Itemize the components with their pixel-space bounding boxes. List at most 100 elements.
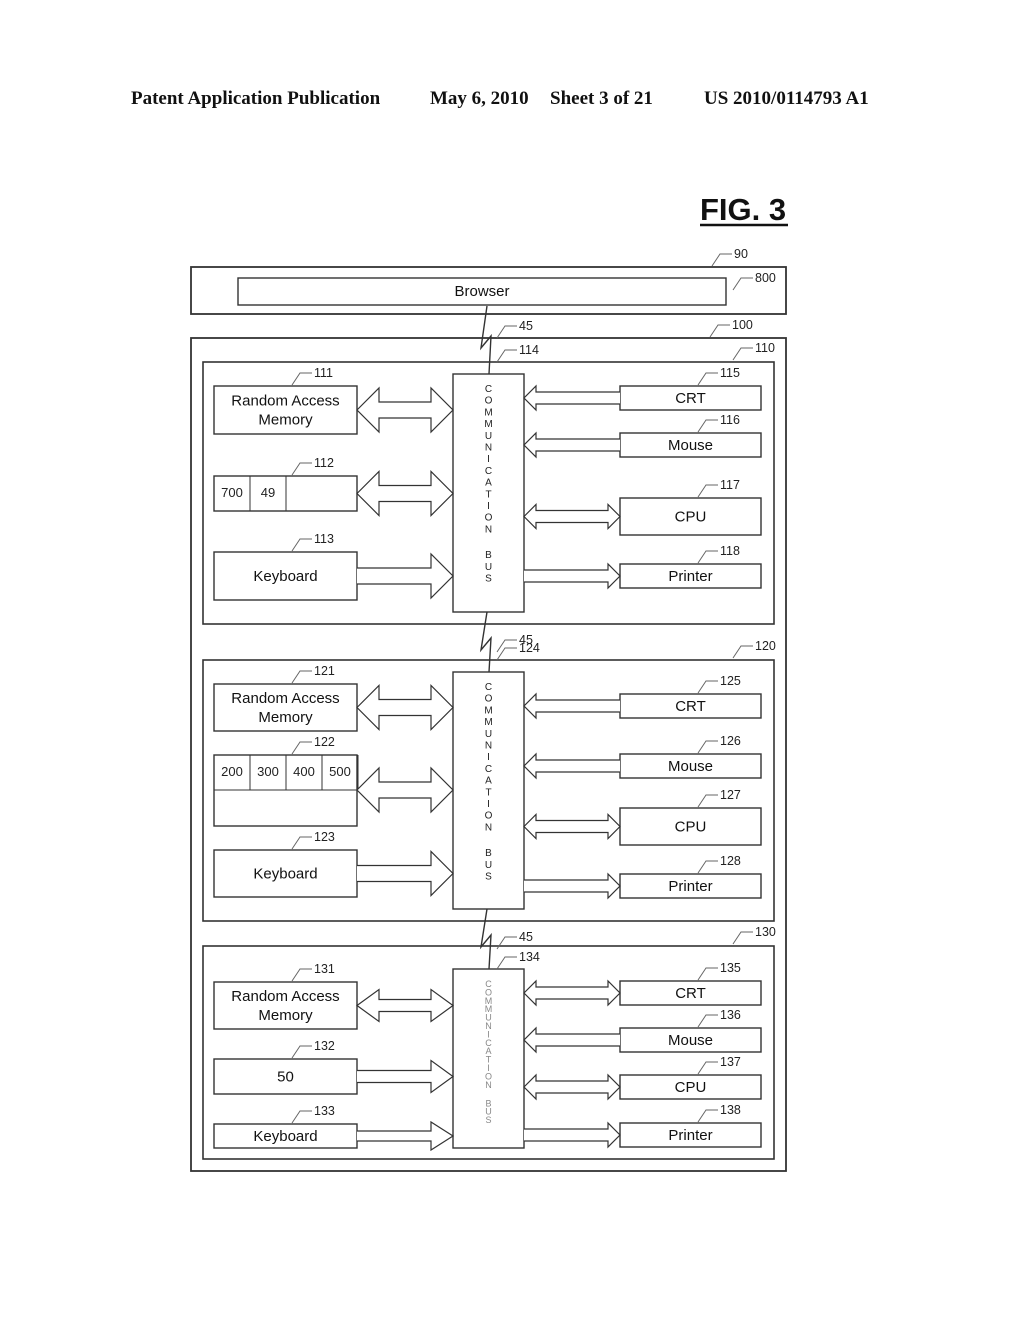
computer-120-bus-letter: O xyxy=(485,694,493,705)
computer-120-left-123-label: Keyboard xyxy=(253,866,317,883)
computer-130-ref: 130 xyxy=(755,925,776,939)
system-box-ref-leader xyxy=(709,324,730,338)
computer-120-left-121-label: Memory xyxy=(258,709,313,726)
computer-130-left-132-ref: 132 xyxy=(314,1039,335,1053)
computer-120-bus-letter: C xyxy=(485,764,492,775)
computer-130-right-136-ref: 136 xyxy=(720,1008,741,1022)
client-box-ref: 90 xyxy=(734,247,748,261)
computer-120-bus-letter: N xyxy=(485,822,492,833)
computer-120-right-125-ref: 125 xyxy=(720,674,741,688)
computer-120-bus-letter: O xyxy=(485,811,493,822)
computer-120-left-123-ref: 123 xyxy=(314,830,335,844)
computer-110-bus-letter: S xyxy=(485,574,492,585)
computer-120-bus-letter: I xyxy=(487,752,490,763)
computer-110-right-116-label: Mouse xyxy=(668,437,713,454)
computer-120-bus-letter: M xyxy=(484,705,492,716)
computer-120-bus-letter: A xyxy=(485,776,492,787)
computer-110-left-112-cell: 49 xyxy=(261,485,275,500)
computer-120-left-122-cell: 500 xyxy=(329,764,351,779)
computer-120-left-122-ref: 122 xyxy=(314,735,335,749)
computer-130-left-131-ref: 131 xyxy=(314,962,335,976)
computer-120-right-126-label: Mouse xyxy=(668,758,713,775)
figure-title: FIG. 3 xyxy=(700,192,786,227)
computer-120-left-122-cell: 200 xyxy=(221,764,243,779)
computer-110-left-111-label: Memory xyxy=(258,412,313,429)
computer-120-left-122-cell: 400 xyxy=(293,764,315,779)
computer-130-bus-letter: S xyxy=(485,1115,491,1125)
computer-130-right-138-ref: 138 xyxy=(720,1103,741,1117)
computer-120-bus-letter: M xyxy=(484,717,492,728)
computer-120-bus-letter: T xyxy=(485,787,491,798)
computer-120-bus-letter: N xyxy=(485,741,492,752)
computer-110-left-112-ref: 112 xyxy=(314,456,334,470)
computer-120-right-127-ref: 127 xyxy=(720,788,741,802)
computer-110-right-115-label: CRT xyxy=(675,390,706,407)
computer-120-bus-letter: B xyxy=(485,848,492,859)
computer-110-network-ref-leader xyxy=(496,325,517,339)
computer-130-left-133-label: Keyboard xyxy=(253,1128,317,1145)
computer-110-right-117-ref: 117 xyxy=(720,478,740,492)
computer-130-network-ref: 45 xyxy=(519,930,533,944)
computer-130-right-135-label: CRT xyxy=(675,985,706,1002)
computer-110-bus-letter: M xyxy=(484,407,492,418)
computer-120-bus-ref: 124 xyxy=(519,641,540,655)
computer-120-ref: 120 xyxy=(755,639,776,653)
computer-130-left-131-label: Random Access xyxy=(231,988,339,1005)
computer-110-bus-letter: I xyxy=(487,454,490,465)
computer-110-left-111-label: Random Access xyxy=(231,393,339,410)
computer-110-left-113-label: Keyboard xyxy=(253,568,317,585)
client-box-ref-leader xyxy=(711,253,732,267)
computer-110-ref: 110 xyxy=(755,341,775,355)
computer-110-bus-letter: I xyxy=(487,501,490,512)
computer-120-right-126-ref: 126 xyxy=(720,734,741,748)
computer-110-bus-letter: N xyxy=(485,524,492,535)
computer-120-bus-letter: U xyxy=(485,729,492,740)
computer-110-bus-letter: O xyxy=(485,513,493,524)
computer-130-left-133-ref: 133 xyxy=(314,1104,335,1118)
computer-110-left-112-cell: 700 xyxy=(221,485,243,500)
computer-110-bus-letter: U xyxy=(485,431,492,442)
computer-120-left-122-cell: 300 xyxy=(257,764,279,779)
computer-110-bus-letter: A xyxy=(485,478,492,489)
computer-110-bus-letter: M xyxy=(484,419,492,430)
computer-110-bus-letter: C xyxy=(485,466,492,477)
computer-110-bus-letter: C xyxy=(485,384,492,395)
computer-120-left-121-ref: 121 xyxy=(314,664,335,678)
computer-130-bus-ref: 134 xyxy=(519,950,540,964)
computer-120-right-125-label: CRT xyxy=(675,698,706,715)
computer-130-left-132-label: 50 xyxy=(277,1069,294,1086)
computer-120-right-128-label: Printer xyxy=(668,878,712,895)
computer-110-right-116-ref: 116 xyxy=(720,413,740,427)
computer-110-right-117-label: CPU xyxy=(675,509,707,526)
computer-120-bus-letter: I xyxy=(487,799,490,810)
computer-120-bus-letter: S xyxy=(485,872,492,883)
computer-110-bus-letter: U xyxy=(485,562,492,573)
computer-130-right-137-ref: 137 xyxy=(720,1055,741,1069)
computer-110-bus-letter: N xyxy=(485,443,492,454)
computer-130-bus-letter: N xyxy=(485,1080,492,1090)
computer-130-right-135-ref: 135 xyxy=(720,961,741,975)
system-box-ref: 100 xyxy=(732,318,753,332)
computer-110-left-113-ref: 113 xyxy=(314,532,334,546)
computer-110-right-118-label: Printer xyxy=(668,568,712,585)
computer-120-bus-letter: C xyxy=(485,682,492,693)
computer-110-right-118-ref: 118 xyxy=(720,544,740,558)
computer-110-bus-letter: O xyxy=(485,396,493,407)
computer-130-right-137-label: CPU xyxy=(675,1079,707,1096)
computer-110-network-ref: 45 xyxy=(519,319,533,333)
browser-label: Browser xyxy=(454,283,509,300)
computer-120-bus-letter: U xyxy=(485,860,492,871)
computer-120-right-127-label: CPU xyxy=(675,819,707,836)
computer-110-bus-ref: 114 xyxy=(519,343,539,357)
computer-120-right-128-ref: 128 xyxy=(720,854,741,868)
browser-ref: 800 xyxy=(755,271,776,285)
computer-110-right-115-ref: 115 xyxy=(720,366,740,380)
figure-diagram: FIG. 3 90Browser80010011045114COMMUNICAT… xyxy=(190,192,788,1172)
computer-110-bus-letter: B xyxy=(485,550,492,561)
computer-130-left-131-label: Memory xyxy=(258,1007,313,1024)
computer-130-right-136-label: Mouse xyxy=(668,1032,713,1049)
computer-110-left-111-ref: 111 xyxy=(314,366,333,380)
computer-110-bus-letter: T xyxy=(485,489,491,500)
computer-130-right-138-label: Printer xyxy=(668,1127,712,1144)
computer-120-left-121-label: Random Access xyxy=(231,690,339,707)
